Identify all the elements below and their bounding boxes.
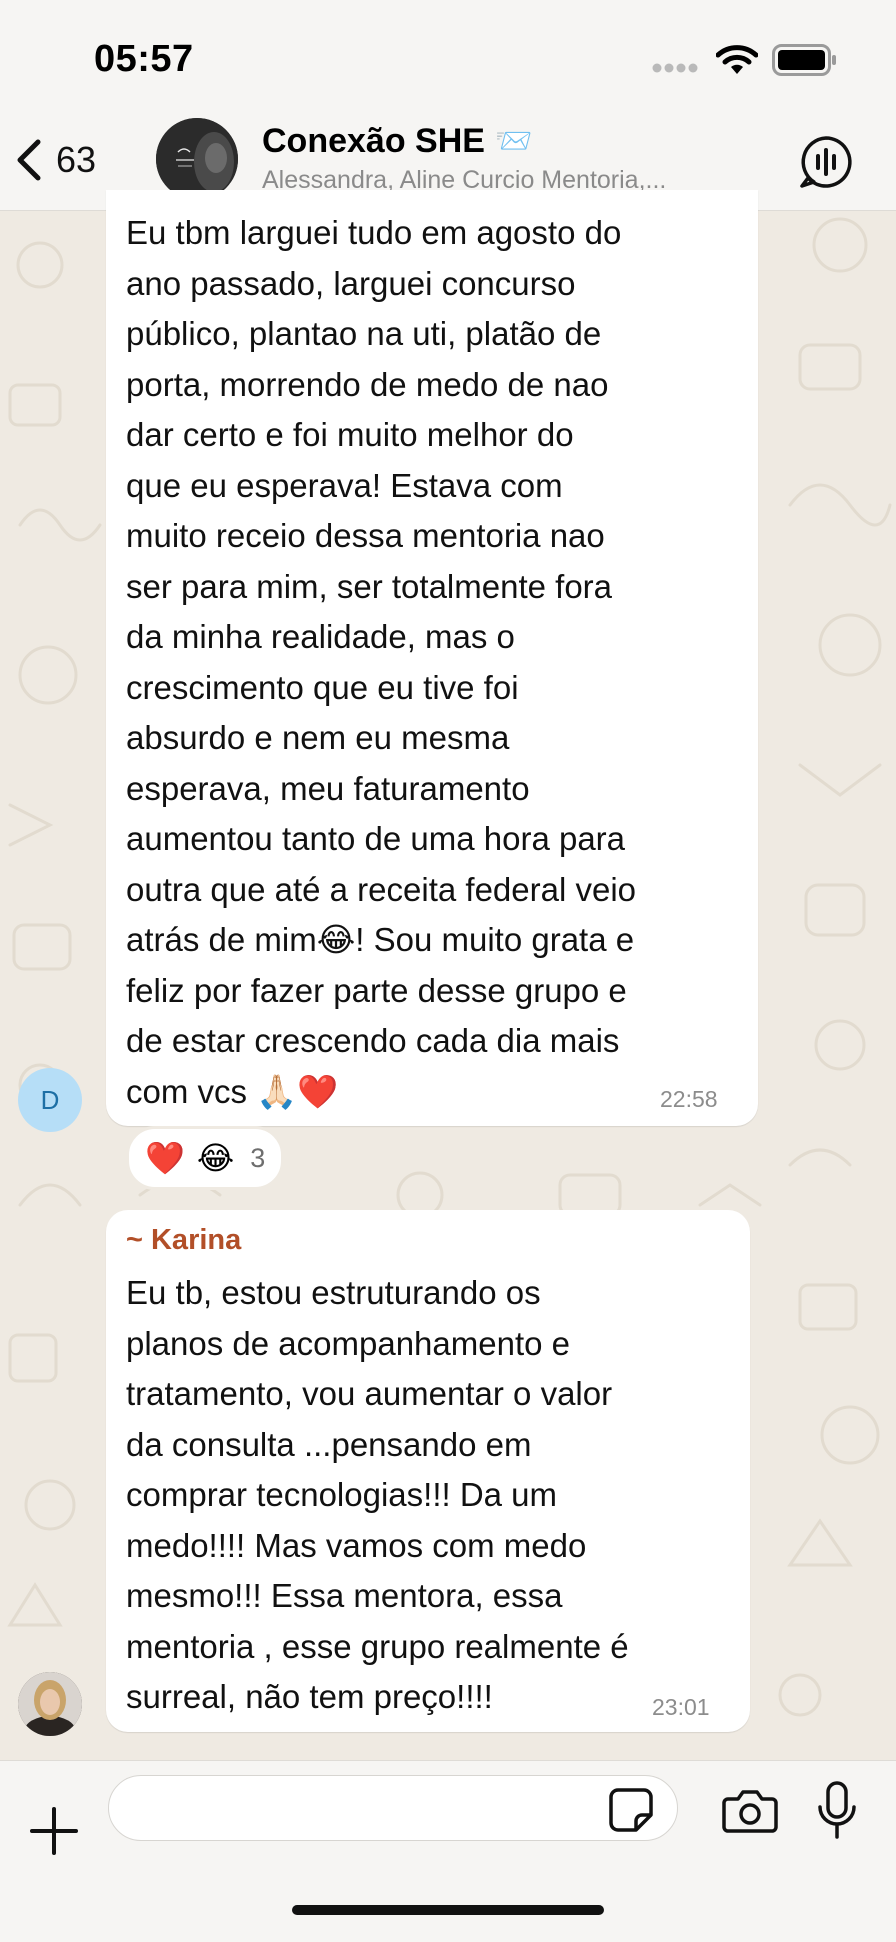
home-indicator[interactable] bbox=[292, 1905, 604, 1915]
message-reactions[interactable]: ❤️ 😂 3 bbox=[126, 1126, 285, 1190]
message-text: Eu tbm larguei tudo em agosto do ano pas… bbox=[126, 214, 637, 1110]
plus-icon[interactable] bbox=[28, 1805, 80, 1857]
unread-count: 63 bbox=[56, 139, 97, 180]
status-bar: 05:57 bbox=[0, 0, 896, 110]
camera-icon[interactable] bbox=[722, 1787, 778, 1833]
sticker-icon[interactable] bbox=[608, 1787, 654, 1833]
sender-avatar[interactable] bbox=[18, 1672, 82, 1736]
message-input[interactable] bbox=[108, 1775, 678, 1841]
group-title[interactable]: Conexão SHE 📨 bbox=[262, 122, 532, 161]
group-photo bbox=[156, 118, 238, 200]
laughing-reaction: 😂 bbox=[196, 1140, 235, 1176]
group-avatar[interactable] bbox=[156, 118, 238, 200]
message-time: 23:01 bbox=[652, 1694, 710, 1720]
avatar-initial: D bbox=[40, 1084, 60, 1115]
battery-icon bbox=[772, 44, 836, 76]
voice-chat-icon[interactable] bbox=[798, 134, 854, 190]
back-button[interactable]: 63 bbox=[14, 130, 96, 190]
avatar-photo bbox=[18, 1672, 82, 1736]
sender-name[interactable]: ~ Karina bbox=[126, 1224, 241, 1257]
status-time: 05:57 bbox=[94, 38, 194, 80]
reaction-count: 3 bbox=[250, 1142, 266, 1173]
cellular-signal-icon bbox=[652, 63, 698, 73]
group-name: Conexão SHE bbox=[262, 122, 485, 160]
chevron-left-icon bbox=[17, 139, 41, 181]
message-bubble[interactable]: ~ Karina Eu tb, estou estruturando os pl… bbox=[106, 1210, 750, 1732]
microphone-icon[interactable] bbox=[816, 1781, 858, 1839]
wifi-icon bbox=[716, 45, 758, 74]
sender-avatar[interactable]: D bbox=[18, 1068, 82, 1132]
heart-reaction: ❤️ bbox=[145, 1140, 185, 1176]
message-text: Eu tb, estou estruturando os planos de a… bbox=[126, 1274, 629, 1715]
message-time: 22:58 bbox=[660, 1086, 718, 1112]
message-bubble[interactable]: Eu tbm larguei tudo em agosto do ano pas… bbox=[106, 190, 758, 1126]
envelope-emoji: 📨 bbox=[494, 125, 533, 158]
